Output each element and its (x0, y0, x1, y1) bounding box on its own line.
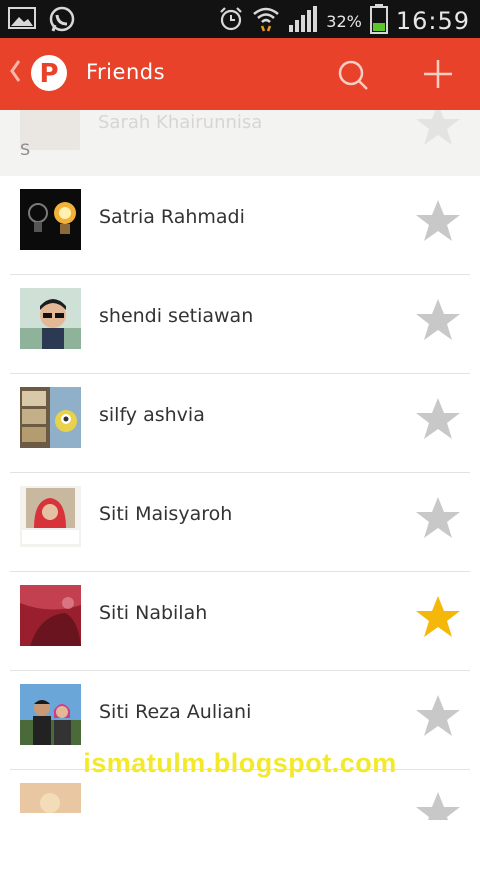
list-item[interactable]: silfy ashvia (0, 374, 480, 473)
friend-name: Siti Maisyaroh (99, 503, 233, 525)
avatar (20, 189, 81, 250)
star-icon[interactable] (414, 396, 462, 446)
status-bar: 32% 16:59 (0, 0, 480, 38)
list-item[interactable]: Satria Rahmadi (0, 176, 480, 275)
wifi-icon (252, 5, 280, 37)
avatar (20, 783, 81, 844)
avatar (20, 288, 81, 349)
whatsapp-icon (48, 6, 76, 38)
section-header: Sarah Khairunnisa S (0, 98, 480, 176)
add-icon[interactable] (420, 56, 456, 96)
star-icon[interactable] (414, 297, 462, 347)
signal-icon (288, 5, 318, 37)
section-letter: S (20, 140, 31, 159)
avatar (20, 585, 81, 646)
list-item[interactable] (0, 770, 480, 869)
search-icon[interactable] (336, 58, 370, 96)
logo-letter: P (39, 59, 58, 89)
list-item[interactable]: shendi setiawan (0, 275, 480, 374)
star-icon[interactable] (414, 790, 462, 833)
alarm-icon (218, 6, 244, 36)
page-title: Friends (86, 60, 166, 84)
battery-icon (369, 4, 388, 38)
friend-name: Satria Rahmadi (99, 206, 245, 228)
friend-name: Siti Reza Auliani (99, 701, 252, 723)
app-logo[interactable]: P (30, 54, 68, 92)
star-icon[interactable] (414, 198, 462, 248)
list-item[interactable]: Siti Nabilah (0, 572, 480, 671)
battery-percent: 32% (326, 11, 362, 31)
friend-name: Siti Nabilah (99, 602, 208, 624)
star-icon[interactable] (414, 693, 462, 743)
friend-name: shendi setiawan (99, 305, 254, 327)
clock: 16:59 (395, 7, 470, 35)
star-icon[interactable] (414, 594, 462, 644)
avatar (20, 684, 81, 745)
avatar (20, 486, 81, 547)
list-item[interactable]: Siti Maisyaroh (0, 473, 480, 572)
action-bar: P Friends (0, 38, 480, 110)
back-chevron-icon[interactable] (8, 58, 22, 88)
list-item-name: Sarah Khairunnisa (98, 112, 263, 133)
avatar (20, 387, 81, 448)
star-icon[interactable] (414, 495, 462, 545)
watermark: ismatulm.blogspot.com (83, 748, 397, 778)
gallery-icon (8, 6, 36, 38)
friend-name: silfy ashvia (99, 404, 205, 426)
